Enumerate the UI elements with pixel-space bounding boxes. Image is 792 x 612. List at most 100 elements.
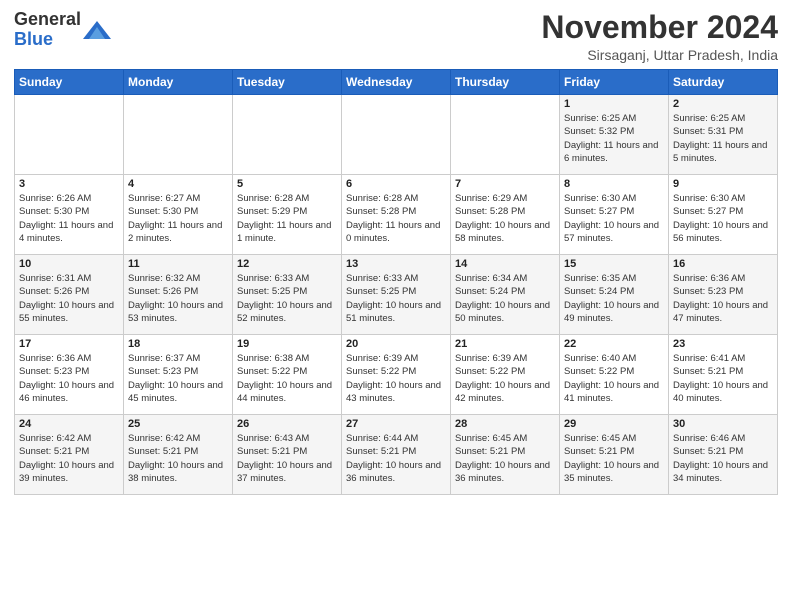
header-row: SundayMondayTuesdayWednesdayThursdayFrid… [15, 70, 778, 95]
day-info: Sunrise: 6:45 AM Sunset: 5:21 PM Dayligh… [455, 432, 555, 485]
day-number: 11 [128, 258, 228, 270]
col-header-monday: Monday [124, 70, 233, 95]
week-row-0: 1 Sunrise: 6:25 AM Sunset: 5:32 PM Daylig… [15, 95, 778, 175]
day-info: Sunrise: 6:32 AM Sunset: 5:26 PM Dayligh… [128, 272, 228, 325]
col-header-tuesday: Tuesday [233, 70, 342, 95]
day-cell: 6 Sunrise: 6:28 AM Sunset: 5:28 PM Daylig… [342, 175, 451, 255]
day-cell: 3 Sunrise: 6:26 AM Sunset: 5:30 PM Daylig… [15, 175, 124, 255]
day-info: Sunrise: 6:42 AM Sunset: 5:21 PM Dayligh… [19, 432, 119, 485]
col-header-saturday: Saturday [669, 70, 778, 95]
day-cell [342, 95, 451, 175]
logo-icon [83, 21, 111, 39]
day-number: 15 [564, 258, 664, 270]
logo-blue: Blue [14, 29, 53, 49]
week-row-3: 17Sunrise: 6:36 AM Sunset: 5:23 PM Dayli… [15, 335, 778, 415]
day-number: 14 [455, 258, 555, 270]
day-cell: 18Sunrise: 6:37 AM Sunset: 5:23 PM Dayli… [124, 335, 233, 415]
day-number: 27 [346, 418, 446, 430]
day-info: Sunrise: 6:44 AM Sunset: 5:21 PM Dayligh… [346, 432, 446, 485]
day-info: Sunrise: 6:39 AM Sunset: 5:22 PM Dayligh… [455, 352, 555, 405]
day-cell: 27 Sunrise: 6:44 AM Sunset: 5:21 PM Dayli… [342, 415, 451, 495]
day-number: 7 [455, 178, 555, 190]
day-number: 24 [19, 418, 119, 430]
day-cell [451, 95, 560, 175]
day-cell: 25Sunrise: 6:42 AM Sunset: 5:21 PM Dayli… [124, 415, 233, 495]
week-row-1: 3 Sunrise: 6:26 AM Sunset: 5:30 PM Daylig… [15, 175, 778, 255]
logo-area: General Blue [14, 10, 111, 50]
day-cell: 14Sunrise: 6:34 AM Sunset: 5:24 PM Dayli… [451, 255, 560, 335]
day-cell: 30 Sunrise: 6:46 AM Sunset: 5:21 PM Dayli… [669, 415, 778, 495]
day-info: Sunrise: 6:25 AM Sunset: 5:31 PM Dayligh… [673, 112, 773, 165]
day-info: Sunrise: 6:35 AM Sunset: 5:24 PM Dayligh… [564, 272, 664, 325]
header: General Blue November 2024 Sirsaganj, Ut… [14, 10, 778, 63]
day-number: 20 [346, 338, 446, 350]
col-header-friday: Friday [560, 70, 669, 95]
day-number: 10 [19, 258, 119, 270]
subtitle: Sirsaganj, Uttar Pradesh, India [541, 47, 778, 63]
calendar: SundayMondayTuesdayWednesdayThursdayFrid… [14, 69, 778, 495]
day-info: Sunrise: 6:28 AM Sunset: 5:28 PM Dayligh… [346, 192, 446, 245]
day-cell: 29Sunrise: 6:45 AM Sunset: 5:21 PM Dayli… [560, 415, 669, 495]
day-info: Sunrise: 6:29 AM Sunset: 5:28 PM Dayligh… [455, 192, 555, 245]
day-number: 1 [564, 98, 664, 110]
day-cell: 4Sunrise: 6:27 AM Sunset: 5:30 PM Daylig… [124, 175, 233, 255]
day-number: 3 [19, 178, 119, 190]
day-info: Sunrise: 6:30 AM Sunset: 5:27 PM Dayligh… [564, 192, 664, 245]
month-title: November 2024 [541, 10, 778, 45]
logo-general: General [14, 9, 81, 29]
day-info: Sunrise: 6:36 AM Sunset: 5:23 PM Dayligh… [19, 352, 119, 405]
day-number: 26 [237, 418, 337, 430]
day-number: 21 [455, 338, 555, 350]
day-number: 6 [346, 178, 446, 190]
day-info: Sunrise: 6:30 AM Sunset: 5:27 PM Dayligh… [673, 192, 773, 245]
day-number: 16 [673, 258, 773, 270]
day-info: Sunrise: 6:36 AM Sunset: 5:23 PM Dayligh… [673, 272, 773, 325]
day-number: 8 [564, 178, 664, 190]
day-info: Sunrise: 6:38 AM Sunset: 5:22 PM Dayligh… [237, 352, 337, 405]
day-cell [233, 95, 342, 175]
day-cell: 7 Sunrise: 6:29 AM Sunset: 5:28 PM Daylig… [451, 175, 560, 255]
day-info: Sunrise: 6:43 AM Sunset: 5:21 PM Dayligh… [237, 432, 337, 485]
day-cell: 19Sunrise: 6:38 AM Sunset: 5:22 PM Dayli… [233, 335, 342, 415]
day-cell: 16 Sunrise: 6:36 AM Sunset: 5:23 PM Dayli… [669, 255, 778, 335]
day-number: 2 [673, 98, 773, 110]
day-cell: 22 Sunrise: 6:40 AM Sunset: 5:22 PM Dayli… [560, 335, 669, 415]
page: General Blue November 2024 Sirsaganj, Ut… [0, 0, 792, 612]
day-cell: 13Sunrise: 6:33 AM Sunset: 5:25 PM Dayli… [342, 255, 451, 335]
day-info: Sunrise: 6:25 AM Sunset: 5:32 PM Dayligh… [564, 112, 664, 165]
day-info: Sunrise: 6:45 AM Sunset: 5:21 PM Dayligh… [564, 432, 664, 485]
day-number: 22 [564, 338, 664, 350]
day-cell: 2 Sunrise: 6:25 AM Sunset: 5:31 PM Daylig… [669, 95, 778, 175]
day-info: Sunrise: 6:28 AM Sunset: 5:29 PM Dayligh… [237, 192, 337, 245]
day-info: Sunrise: 6:31 AM Sunset: 5:26 PM Dayligh… [19, 272, 119, 325]
day-info: Sunrise: 6:40 AM Sunset: 5:22 PM Dayligh… [564, 352, 664, 405]
day-info: Sunrise: 6:26 AM Sunset: 5:30 PM Dayligh… [19, 192, 119, 245]
day-cell [124, 95, 233, 175]
day-cell: 11 Sunrise: 6:32 AM Sunset: 5:26 PM Dayli… [124, 255, 233, 335]
day-number: 5 [237, 178, 337, 190]
day-cell: 8 Sunrise: 6:30 AM Sunset: 5:27 PM Daylig… [560, 175, 669, 255]
day-cell [15, 95, 124, 175]
day-cell: 23Sunrise: 6:41 AM Sunset: 5:21 PM Dayli… [669, 335, 778, 415]
day-cell: 10 Sunrise: 6:31 AM Sunset: 5:26 PM Dayli… [15, 255, 124, 335]
day-number: 18 [128, 338, 228, 350]
day-number: 9 [673, 178, 773, 190]
day-cell: 15 Sunrise: 6:35 AM Sunset: 5:24 PM Dayli… [560, 255, 669, 335]
day-info: Sunrise: 6:46 AM Sunset: 5:21 PM Dayligh… [673, 432, 773, 485]
title-area: November 2024 Sirsaganj, Uttar Pradesh, … [541, 10, 778, 63]
day-cell: 28 Sunrise: 6:45 AM Sunset: 5:21 PM Dayli… [451, 415, 560, 495]
day-cell: 26 Sunrise: 6:43 AM Sunset: 5:21 PM Dayli… [233, 415, 342, 495]
day-number: 30 [673, 418, 773, 430]
day-number: 13 [346, 258, 446, 270]
day-cell: 21 Sunrise: 6:39 AM Sunset: 5:22 PM Dayli… [451, 335, 560, 415]
col-header-sunday: Sunday [15, 70, 124, 95]
day-number: 28 [455, 418, 555, 430]
col-header-thursday: Thursday [451, 70, 560, 95]
day-cell: 1 Sunrise: 6:25 AM Sunset: 5:32 PM Daylig… [560, 95, 669, 175]
day-cell: 9 Sunrise: 6:30 AM Sunset: 5:27 PM Daylig… [669, 175, 778, 255]
week-row-2: 10 Sunrise: 6:31 AM Sunset: 5:26 PM Dayli… [15, 255, 778, 335]
day-info: Sunrise: 6:27 AM Sunset: 5:30 PM Dayligh… [128, 192, 228, 245]
logo-text: General Blue [14, 10, 81, 50]
day-cell: 17Sunrise: 6:36 AM Sunset: 5:23 PM Dayli… [15, 335, 124, 415]
day-number: 12 [237, 258, 337, 270]
